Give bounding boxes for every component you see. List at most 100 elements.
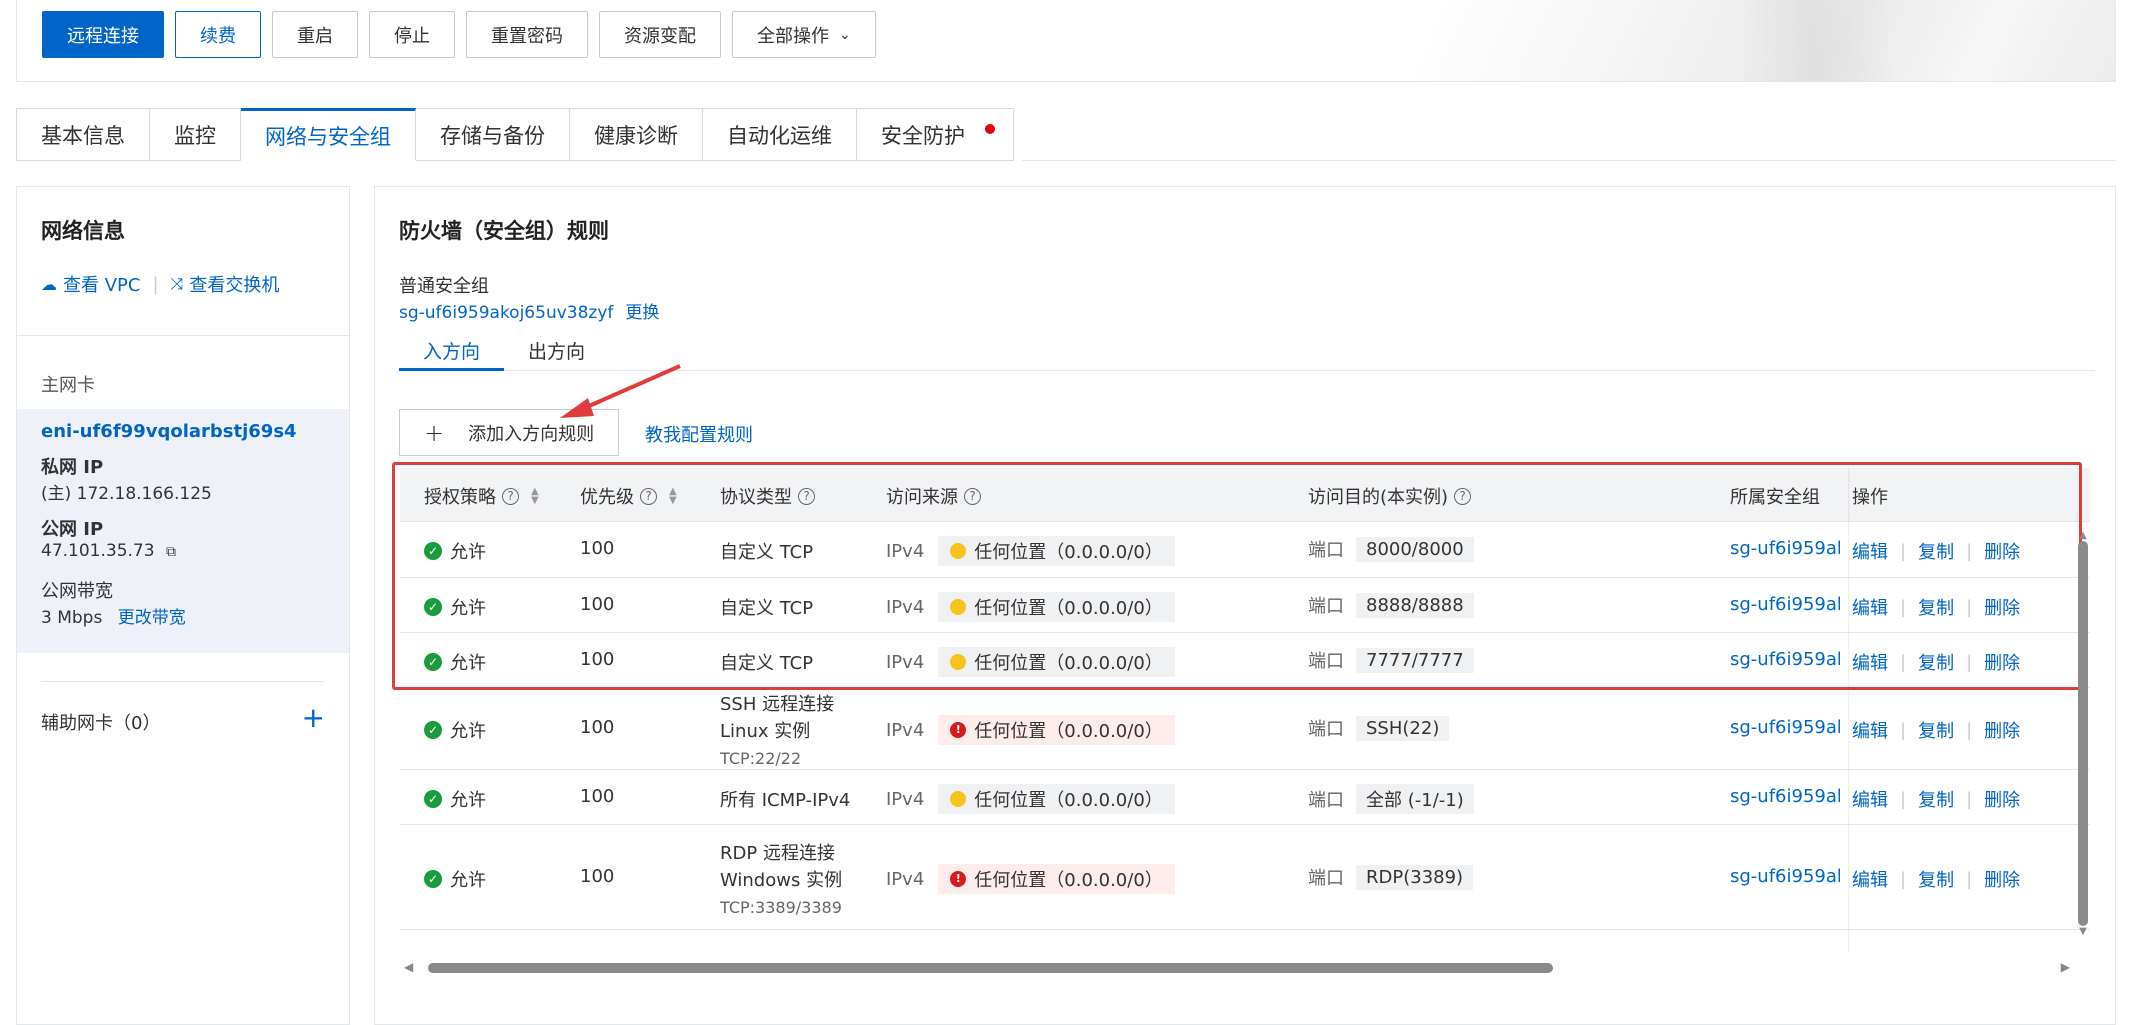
- protocol-cell: RDP 远程连接 Windows 实例 TCP:3389/3389: [720, 840, 842, 921]
- all-actions-dropdown[interactable]: 全部操作 ⌄: [732, 11, 876, 58]
- delete-link[interactable]: 删除: [1984, 717, 2020, 743]
- view-vpc-link[interactable]: 查看 VPC: [63, 271, 140, 297]
- firewall-title: 防火墙（安全组）规则: [399, 219, 609, 243]
- policy-value: 允许: [450, 870, 486, 891]
- switch-icon: ⤨: [170, 274, 184, 293]
- annotation-arrow: [560, 364, 681, 418]
- tab-storage-backup[interactable]: 存储与备份: [416, 108, 570, 161]
- scroll-right-icon[interactable]: ▶: [2061, 960, 2070, 974]
- tabs-baseline: [1022, 160, 2116, 161]
- add-inbound-rule-label: 添加入方向规则: [468, 423, 595, 445]
- op-separator: |: [1900, 719, 1907, 741]
- bandwidth-value: 3 Mbps: [41, 608, 103, 628]
- tab-basic-info[interactable]: 基本信息: [17, 108, 150, 161]
- vertical-scroll-thumb[interactable]: [2078, 541, 2088, 926]
- source-tag: 任何位置（0.0.0.0/0）: [938, 784, 1175, 814]
- change-bandwidth-link[interactable]: 更改带宽: [118, 608, 186, 628]
- divider: [17, 335, 349, 336]
- warning-icon: [950, 791, 967, 807]
- tab-automation[interactable]: 自动化运维: [703, 108, 857, 161]
- bandwidth-row: 3 Mbps 更改带宽: [41, 603, 186, 628]
- tab-security-protection[interactable]: 安全防护: [857, 108, 1014, 161]
- nic-id-link[interactable]: eni-uf6f99vqolarbstj69s4: [41, 421, 297, 442]
- ops-cell: 编辑 | 复制 | 删除: [1852, 866, 2020, 892]
- aux-nic-label: 辅助网卡（0）: [41, 713, 161, 734]
- op-separator: |: [1966, 719, 1973, 741]
- primary-nic-card: eni-uf6f99vqolarbstj69s4 私网 IP (主) 172.1…: [17, 409, 349, 653]
- priority-value: 100: [580, 717, 615, 738]
- port-tag: 全部 (-1/-1): [1356, 784, 1474, 814]
- reset-password-button[interactable]: 重置密码: [466, 11, 588, 58]
- plus-icon: +: [424, 418, 445, 447]
- edit-link[interactable]: 编辑: [1852, 786, 1888, 812]
- protocol-sub: Windows 实例: [720, 870, 843, 891]
- restart-button[interactable]: 重启: [272, 11, 358, 58]
- sg-link[interactable]: sg-uf6i959akoj65uv38zyf: [1730, 717, 1840, 738]
- error-icon: !: [950, 722, 967, 738]
- tab-health-diagnosis[interactable]: 健康诊断: [570, 108, 703, 161]
- copy-icon[interactable]: ⧉: [166, 544, 176, 560]
- tab-inbound[interactable]: 入方向: [399, 335, 505, 371]
- horizontal-scroll-thumb[interactable]: [428, 963, 1553, 973]
- op-separator: |: [1900, 788, 1907, 810]
- check-circle-icon: ✓: [424, 721, 442, 739]
- instance-tabs: 基本信息 监控 网络与安全组 存储与备份 健康诊断 自动化运维 安全防护: [16, 108, 1014, 161]
- edit-link[interactable]: 编辑: [1852, 717, 1888, 743]
- teach-config-link[interactable]: 教我配置规则: [645, 421, 753, 447]
- link-separator: |: [152, 273, 159, 295]
- cloud-icon: ☁: [41, 274, 57, 294]
- vertical-scrollbar[interactable]: ▲ ▼: [2076, 530, 2090, 950]
- network-links: ☁ 查看 VPC | ⤨ 查看交换机: [41, 271, 279, 297]
- chevron-down-icon: ⌄: [839, 26, 851, 43]
- dest-cell: 端口 全部 (-1/-1): [1308, 784, 1474, 814]
- delete-link[interactable]: 删除: [1984, 866, 2020, 892]
- scroll-left-icon[interactable]: ◀: [404, 960, 413, 974]
- protocol-cell: SSH 远程连接 Linux 实例 TCP:22/22: [720, 691, 834, 772]
- instance-action-bar: 远程连接 续费 重启 停止 重置密码 资源变配 全部操作 ⌄: [16, 0, 2116, 82]
- policy-value: 允许: [450, 721, 486, 742]
- port-label: 端口: [1308, 719, 1344, 740]
- source-value: 任何位置（0.0.0.0/0）: [974, 790, 1163, 811]
- change-sg-link[interactable]: 更换: [625, 303, 659, 323]
- stop-button[interactable]: 停止: [369, 11, 455, 58]
- tab-network-security[interactable]: 网络与安全组: [241, 108, 416, 161]
- edit-link[interactable]: 编辑: [1852, 866, 1888, 892]
- copy-link[interactable]: 复制: [1918, 866, 1954, 892]
- sg-link[interactable]: sg-uf6i959akoj65uv38zyf: [1730, 786, 1840, 807]
- protocol-value: SSH 远程连接: [720, 694, 835, 715]
- policy-cell: ✓ 允许: [424, 717, 486, 743]
- source-tag: ! 任何位置（0.0.0.0/0）: [938, 864, 1175, 894]
- scroll-down-icon[interactable]: ▼: [2076, 926, 2090, 937]
- copy-link[interactable]: 复制: [1918, 717, 1954, 743]
- tab-monitoring[interactable]: 监控: [150, 108, 241, 161]
- policy-cell: ✓ 允许: [424, 786, 486, 812]
- resize-button[interactable]: 资源变配: [599, 11, 721, 58]
- check-circle-icon: ✓: [424, 870, 442, 888]
- source-tag: ! 任何位置（0.0.0.0/0）: [938, 715, 1175, 745]
- source-cell: IPv4! 任何位置（0.0.0.0/0）: [886, 864, 1175, 894]
- op-separator: |: [1900, 868, 1907, 890]
- protocol-port: TCP:3389/3389: [720, 898, 842, 917]
- protocol-value: RDP 远程连接: [720, 843, 835, 864]
- dest-cell: 端口 RDP(3389): [1308, 864, 1474, 890]
- all-actions-label: 全部操作: [757, 25, 829, 47]
- action-buttons: 远程连接 续费 重启 停止 重置密码 资源变配 全部操作 ⌄: [42, 11, 876, 58]
- sg-id-link[interactable]: sg-uf6i959akoj65uv38zyf: [399, 303, 613, 323]
- sg-link[interactable]: sg-uf6i959akoj65uv38zyf: [1730, 866, 1840, 887]
- scroll-up-icon[interactable]: ▲: [2076, 530, 2090, 541]
- policy-cell: ✓ 允许: [424, 866, 486, 892]
- delete-link[interactable]: 删除: [1984, 786, 2020, 812]
- add-aux-nic-icon[interactable]: +: [302, 701, 325, 734]
- policy-value: 允许: [450, 790, 486, 811]
- protocol-value: 所有 ICMP-IPv4: [720, 790, 851, 811]
- port-tag: SSH(22): [1356, 715, 1450, 741]
- source-cell: IPv4 任何位置（0.0.0.0/0）: [886, 784, 1175, 814]
- copy-link[interactable]: 复制: [1918, 786, 1954, 812]
- ops-cell: 编辑 | 复制 | 删除: [1852, 786, 2020, 812]
- op-separator: |: [1966, 868, 1973, 890]
- view-switch-link[interactable]: 查看交换机: [189, 271, 279, 297]
- remote-connect-button[interactable]: 远程连接: [42, 11, 164, 58]
- renew-button[interactable]: 续费: [175, 11, 261, 58]
- protocol-sub: Linux 实例: [720, 721, 811, 742]
- horizontal-scrollbar[interactable]: ◀ ▶: [400, 960, 2070, 974]
